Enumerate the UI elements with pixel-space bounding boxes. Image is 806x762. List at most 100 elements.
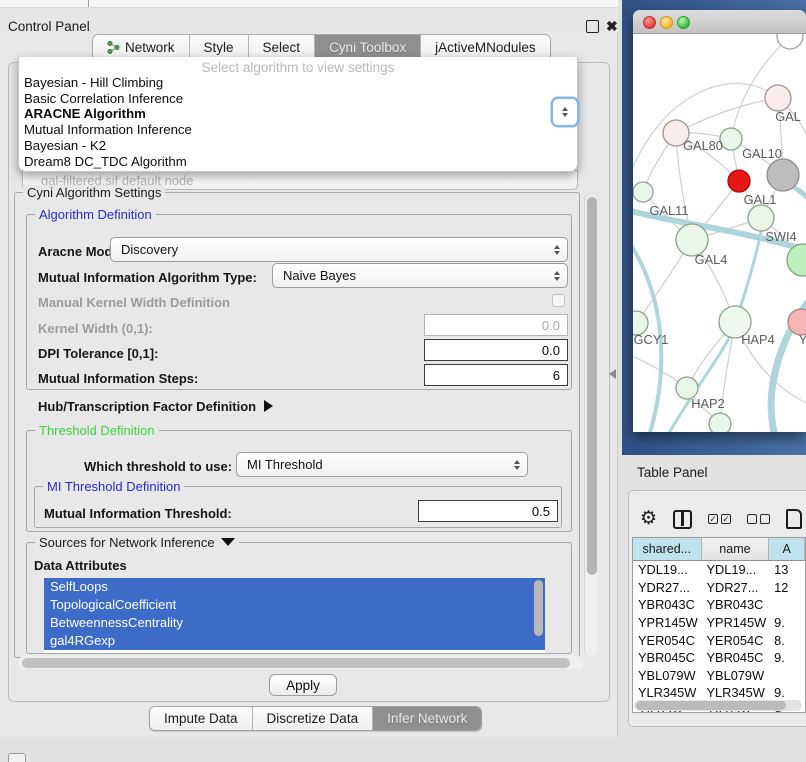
tab-style[interactable]: Style	[190, 35, 249, 59]
table-cell: YBR045C	[702, 649, 770, 667]
tab-infer-network[interactable]: Infer Network	[373, 707, 481, 730]
kernel-width-field[interactable]: 0.0	[424, 314, 568, 336]
control-panel-titlebar: Control Panel ✖	[0, 8, 618, 32]
table-cell: YBR045C	[633, 649, 702, 667]
network-node-gal10[interactable]	[720, 128, 742, 150]
network-node[interactable]	[787, 244, 806, 276]
table-row[interactable]: YDL19...YDL19...13	[633, 561, 805, 579]
network-canvas[interactable]: GALGAL80GAL10GAL1GAL11SWI4GAL4GCY1HAP4YH…	[633, 34, 806, 432]
column-header-a[interactable]: A	[769, 538, 805, 560]
settings-horizontal-scrollbar[interactable]	[18, 656, 584, 669]
dpi-tolerance-field[interactable]: 0.0	[424, 339, 568, 361]
mi-steps-field[interactable]: 6	[424, 364, 568, 386]
node-label: GAL1	[744, 192, 777, 207]
network-window-titlebar[interactable]	[633, 10, 806, 34]
tab-cyni-toolbox[interactable]: Cyni Toolbox	[315, 35, 421, 59]
mi-threshold-label: Mutual Information Threshold:	[44, 506, 232, 521]
table-toolbar: ⚙ ✓✓	[640, 505, 806, 533]
algorithm-option[interactable]: Mutual Information Inference	[19, 122, 577, 138]
mi-type-label: Mutual Information Algorithm Type:	[38, 270, 257, 285]
network-icon	[107, 41, 120, 54]
network-node-gal11[interactable]	[633, 182, 653, 202]
table-cell: YBL079W	[702, 667, 770, 685]
table-cell: YBR043C	[702, 596, 770, 614]
node-label: GAL80	[683, 138, 723, 153]
column-header-shared[interactable]: shared...	[633, 538, 702, 560]
table-cell: YBR043C	[633, 596, 702, 614]
select-all-checks-icon[interactable]: ✓✓	[708, 514, 731, 524]
node-label: HAP2	[691, 396, 724, 411]
settings-vertical-scrollbar[interactable]	[584, 194, 597, 656]
collapse-down-icon	[221, 538, 235, 546]
data-attributes-list[interactable]: SelfLoopsTopologicalCoefficientBetweenne…	[44, 578, 545, 653]
network-edge	[676, 98, 778, 133]
table-cell: YDL19...	[633, 561, 702, 579]
aracne-mode-select[interactable]: Discovery	[110, 237, 568, 262]
panel-splitter-arrow[interactable]	[609, 369, 616, 379]
attribute-item[interactable]: gal4RGexp	[44, 632, 545, 650]
network-window[interactable]: GALGAL80GAL10GAL1GAL11SWI4GAL4GCY1HAP4YH…	[633, 10, 806, 432]
table-row[interactable]: YDR27...YDR27...12	[633, 579, 805, 597]
focused-combo-stepper[interactable]	[553, 99, 577, 125]
network-node[interactable]	[709, 413, 731, 432]
tab-jactivemnodules[interactable]: jActiveMNodules	[421, 35, 550, 59]
table-horizontal-scrollbar[interactable]	[634, 700, 802, 711]
table-row[interactable]: YBR045CYBR045C9.	[633, 649, 805, 667]
network-node[interactable]	[767, 159, 799, 191]
attribute-item[interactable]: BetweennessCentrality	[44, 614, 545, 632]
algorithm-definition-title: Algorithm Definition	[35, 207, 156, 222]
table-row[interactable]: YPR145WYPR145W9.	[633, 614, 805, 632]
algorithm-option[interactable]: ARACNE Algorithm	[19, 106, 577, 122]
table-row[interactable]: YBR043CYBR043C	[633, 596, 805, 614]
gear-icon[interactable]: ⚙	[640, 509, 657, 529]
tab-impute-data[interactable]: Impute Data	[150, 707, 253, 730]
algorithm-option[interactable]: Bayesian - K2	[19, 138, 577, 154]
mi-type-select[interactable]: Naive Bayes	[272, 263, 568, 288]
which-threshold-select[interactable]: MI Threshold	[236, 452, 528, 477]
sources-group-title[interactable]: Sources for Network Inference	[35, 535, 239, 550]
table-cell: YPR145W	[633, 614, 702, 632]
stepper-icon	[554, 271, 560, 281]
hub-definition-toggle[interactable]: Hub/Transcription Factor Definition	[38, 399, 273, 414]
float-window-icon[interactable]	[586, 20, 599, 33]
algorithm-popup-items: Bayesian - Hill ClimbingBasic Correlatio…	[19, 75, 577, 169]
node-attribute-table[interactable]: shared...nameAYDL19...YDL19...13YDR27...…	[632, 537, 806, 713]
network-node-gal1[interactable]	[728, 170, 750, 192]
algorithm-option[interactable]: Basic Correlation Inference	[19, 91, 577, 107]
network-node[interactable]	[777, 34, 803, 49]
aracne-mode-value: Discovery	[121, 242, 178, 257]
attribute-item[interactable]: SelfLoops	[44, 578, 545, 596]
tab-network[interactable]: Network	[93, 35, 190, 59]
algorithm-option[interactable]: Dream8 DC_TDC Algorithm	[19, 154, 577, 170]
table-row[interactable]: YBL079WYBL079W	[633, 667, 805, 685]
network-node-gal[interactable]	[765, 85, 791, 111]
dpi-tolerance-label: DPI Tolerance [0,1]:	[38, 346, 158, 361]
bottom-corner-icon[interactable]	[8, 753, 26, 762]
manual-kernel-checkbox[interactable]	[552, 294, 565, 307]
tab-select[interactable]: Select	[249, 35, 316, 59]
columns-icon[interactable]	[673, 510, 692, 529]
which-threshold-value: MI Threshold	[247, 457, 323, 472]
apply-button[interactable]: Apply	[269, 674, 337, 696]
network-node-swi4[interactable]	[748, 205, 774, 231]
close-traffic-icon[interactable]	[643, 16, 656, 29]
zoom-traffic-icon[interactable]	[677, 16, 690, 29]
algorithm-option[interactable]: Bayesian - Hill Climbing	[19, 75, 577, 91]
attribute-item[interactable]: TopologicalCoefficient	[44, 596, 545, 614]
document-icon[interactable]	[786, 509, 802, 529]
close-icon[interactable]: ✖	[606, 20, 619, 33]
tab-discretize-data[interactable]: Discretize Data	[253, 707, 374, 730]
mi-threshold-field[interactable]: 0.5	[418, 500, 558, 522]
threshold-definition-title: Threshold Definition	[35, 423, 159, 438]
table-cell: 12	[769, 579, 805, 597]
column-header-name[interactable]: name	[702, 538, 770, 560]
list-scrollbar[interactable]	[534, 580, 543, 636]
deselect-all-checks-icon[interactable]	[747, 514, 770, 524]
stepper-icon	[554, 245, 560, 255]
table-cell: 9.	[769, 614, 805, 632]
minimize-traffic-icon[interactable]	[660, 16, 673, 29]
settings-group-title: Cyni Algorithm Settings	[23, 185, 165, 200]
window-top-strip	[0, 0, 618, 8]
data-attributes-label: Data Attributes	[34, 558, 127, 573]
table-row[interactable]: YER054CYER054C8.	[633, 631, 805, 649]
